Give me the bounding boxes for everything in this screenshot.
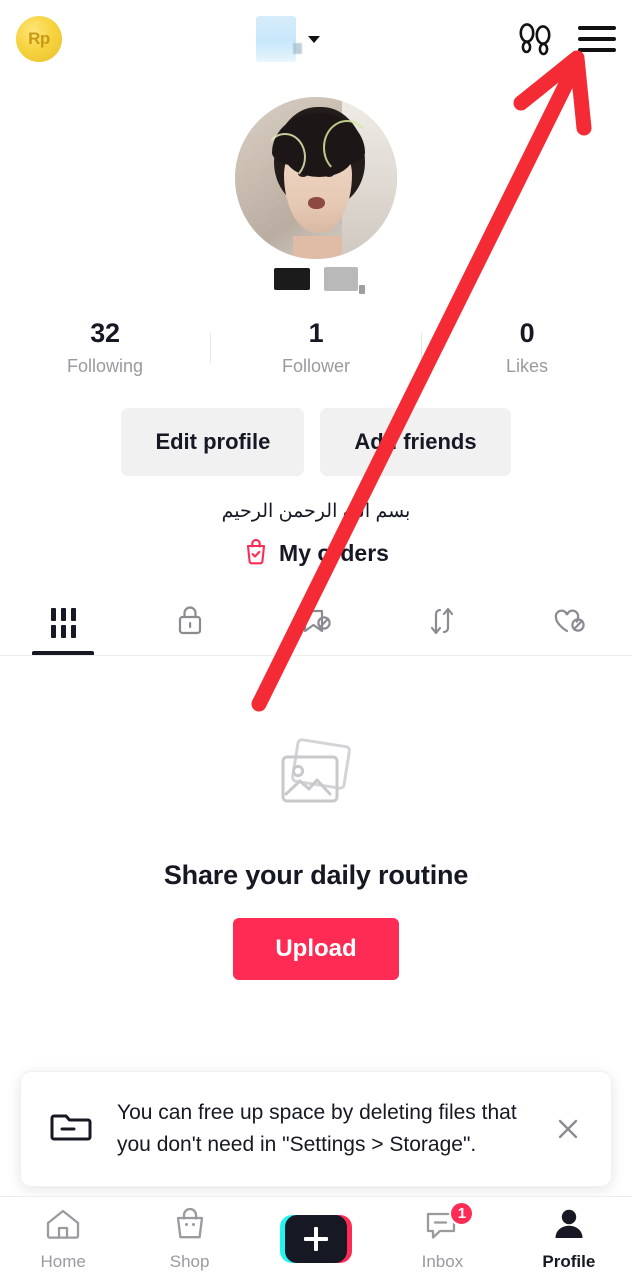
nav-shop[interactable]: Shop	[126, 1206, 252, 1272]
chevron-down-icon[interactable]	[308, 35, 320, 43]
inbox-bubble-icon	[422, 1212, 462, 1246]
profile-avatar-image	[235, 97, 397, 259]
nav-create[interactable]	[253, 1214, 379, 1263]
hamburger-menu-icon[interactable]	[578, 26, 616, 52]
empty-state: Share your daily routine Upload	[0, 735, 632, 980]
top-header: Rp	[0, 0, 632, 78]
profile-stats: 32 Following 1 Follower 0 Likes	[0, 316, 632, 380]
follower-label: Follower	[281, 356, 351, 376]
nav-home[interactable]: Home	[0, 1206, 126, 1272]
add-friends-button[interactable]: Add friends	[320, 408, 511, 476]
stat-following[interactable]: 32 Following	[0, 316, 210, 380]
toast-message: You can free up space by deleting files …	[117, 1101, 517, 1156]
follower-count: 1	[308, 318, 324, 348]
shopping-bag-check-icon	[243, 537, 269, 570]
heart-hidden-icon	[549, 602, 589, 645]
profile-bio: بسم الله الرحمن الرحيم	[221, 501, 411, 522]
username-redacted	[256, 16, 296, 62]
profile-actions: Edit profile Add friends	[0, 408, 632, 476]
bookmark-hidden-icon	[297, 602, 335, 645]
shop-bag-icon	[171, 1206, 209, 1247]
tabs-separator	[0, 655, 632, 656]
username-area[interactable]	[62, 16, 514, 62]
coin-label: Rp	[28, 29, 50, 48]
rupiah-coin-icon[interactable]: Rp	[16, 16, 62, 62]
nav-shop-label: Shop	[169, 1251, 210, 1271]
tiktok-profile-screen: Rp 32 Following 1 Follower 0 Likes Edit …	[0, 0, 632, 1280]
following-label: Following	[66, 356, 144, 376]
person-icon	[551, 1206, 587, 1247]
likes-label: Likes	[505, 356, 549, 376]
edit-profile-button[interactable]: Edit profile	[121, 408, 305, 476]
storage-toast: You can free up space by deleting files …	[20, 1071, 612, 1187]
likes-count: 0	[519, 318, 535, 348]
following-count: 32	[90, 318, 120, 348]
home-icon	[43, 1206, 83, 1247]
tab-private[interactable]	[126, 590, 252, 656]
stat-followers[interactable]: 1 Follower	[211, 316, 421, 380]
nav-inbox-label: Inbox	[421, 1251, 464, 1271]
tab-saved[interactable]	[253, 590, 379, 656]
grid-icon	[50, 608, 76, 638]
tab-liked[interactable]	[506, 590, 632, 656]
nav-home-label: Home	[40, 1251, 86, 1271]
bottom-navigation: Home Shop 1 Inbox Profile	[0, 1196, 632, 1280]
nav-inbox[interactable]: 1 Inbox	[379, 1200, 505, 1272]
profile-tabs	[0, 590, 632, 656]
handle-redacted	[274, 266, 365, 294]
empty-state-title: Share your daily routine	[163, 860, 469, 890]
footprints-icon[interactable]	[514, 22, 556, 56]
close-icon[interactable]	[551, 1112, 585, 1146]
create-plus-icon[interactable]	[280, 1214, 353, 1263]
photos-placeholder-icon	[267, 738, 365, 831]
my-orders-label: My orders	[279, 540, 389, 566]
upload-button[interactable]: Upload	[233, 918, 399, 980]
lock-icon	[173, 602, 207, 645]
stat-likes[interactable]: 0 Likes	[422, 316, 632, 380]
inbox-badge: 1	[449, 1200, 475, 1226]
tab-reposts[interactable]	[379, 590, 505, 656]
my-orders-row[interactable]: My orders	[0, 537, 632, 570]
tab-videos[interactable]	[0, 590, 126, 656]
avatar[interactable]	[235, 97, 397, 259]
folder-minus-icon	[49, 1107, 93, 1152]
nav-profile[interactable]: Profile	[506, 1206, 632, 1272]
header-actions	[514, 22, 616, 56]
nav-profile-label: Profile	[542, 1251, 596, 1271]
repost-icon	[425, 602, 459, 645]
